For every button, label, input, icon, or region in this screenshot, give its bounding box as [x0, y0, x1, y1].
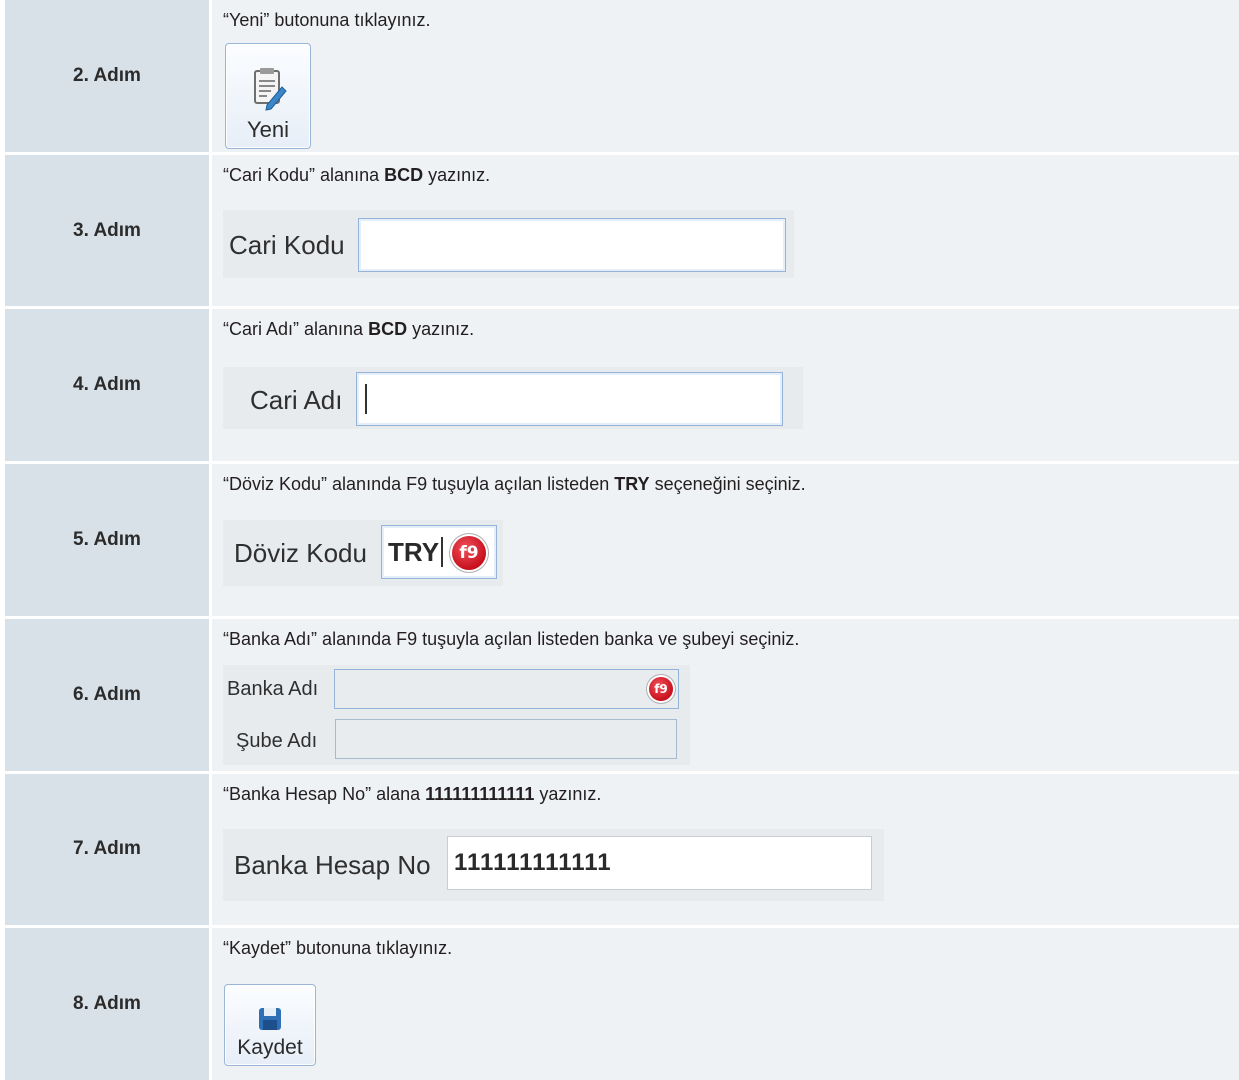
- step-label: 5. Adım: [5, 464, 209, 616]
- step-content: “Cari Adı” alanına BCD yazınız. Cari Adı: [212, 309, 1239, 462]
- doviz-kodu-label: Döviz Kodu: [234, 538, 367, 569]
- banka-adi-label: Banka Adı: [227, 677, 319, 700]
- step-content: “Kaydet” butonuna tıklayınız. Kaydet: [212, 928, 1239, 1080]
- step-content: “Döviz Kodu” alanında F9 tuşuyla açılan …: [212, 464, 1239, 616]
- step-instruction: “Cari Adı” alanına BCD yazınız.: [223, 319, 475, 340]
- f9-lookup-icon[interactable]: f9: [452, 536, 486, 571]
- sube-adi-label: Şube Adı: [236, 729, 318, 752]
- step-instruction: “Döviz Kodu” alanında F9 tuşuyla açılan …: [223, 474, 806, 495]
- step-row: 7. Adım “Banka Hesap No” alana 111111111…: [5, 773, 1239, 926]
- new-button[interactable]: Yeni: [225, 43, 311, 149]
- step-label: 3. Adım: [5, 154, 209, 307]
- cari-kodu-input[interactable]: [358, 217, 786, 272]
- step-row: 3. Adım “Cari Kodu” alanına BCD yazınız.…: [5, 154, 1239, 307]
- step-label: 6. Adım: [5, 618, 209, 771]
- field-snippet: Banka Hesap No 111111111111: [223, 828, 884, 901]
- field-snippet: Döviz Kodu TRY f9: [223, 520, 503, 587]
- step-instruction: “Yeni” butonuna tıklayınız.: [223, 10, 431, 30]
- f9-lookup-icon[interactable]: f9: [649, 676, 673, 701]
- banka-adi-input[interactable]: [334, 668, 679, 709]
- step-content: “Yeni” butonuna tıklayınız. Yeni: [212, 0, 1239, 152]
- save-button[interactable]: Kaydet: [224, 984, 316, 1067]
- step-row: 8. Adım “Kaydet” butonuna tıklayınız. Ka…: [5, 928, 1239, 1080]
- text-caret: [441, 537, 444, 568]
- step-instruction: “Banka Adı” alanında F9 tuşuyla açılan l…: [223, 628, 800, 649]
- cari-kodu-label: Cari Kodu: [229, 229, 345, 260]
- save-button-label: Kaydet: [237, 1036, 303, 1060]
- step-label: 2. Adım: [5, 0, 209, 152]
- step-instruction: “Banka Hesap No” alana 111111111111 yazı…: [223, 783, 602, 804]
- cari-adi-label: Cari Adı: [250, 385, 343, 416]
- step-label: 4. Adım: [5, 309, 209, 462]
- cari-adi-input[interactable]: [356, 372, 783, 427]
- field-snippet: Cari Kodu: [223, 209, 794, 278]
- document-edit-icon: [254, 68, 287, 111]
- field-snippet: Cari Adı: [223, 367, 803, 430]
- new-button-label: Yeni: [246, 117, 289, 142]
- step-content: “Cari Kodu” alanına BCD yazınız. Cari Ko…: [212, 154, 1239, 307]
- step-instruction: “Kaydet” butonuna tıklayınız.: [223, 938, 453, 959]
- step-row: 4. Adım “Cari Adı” alanına BCD yazınız. …: [5, 309, 1239, 462]
- field-snippet: Banka Adı f9 Şube Adı: [223, 664, 690, 765]
- step-row: 2. Adım “Yeni” butonuna tıklayınız. Yeni: [5, 0, 1239, 152]
- step-content: “Banka Adı” alanında F9 tuşuyla açılan l…: [212, 618, 1239, 771]
- floppy-disk-icon: [259, 1008, 281, 1031]
- step-label: 8. Adım: [5, 928, 209, 1080]
- step-label: 7. Adım: [5, 773, 209, 926]
- step-instruction: “Cari Kodu” alanına BCD yazınız.: [223, 164, 491, 185]
- sube-adi-input[interactable]: [335, 718, 677, 759]
- text-caret: [365, 384, 367, 415]
- banka-hesap-no-input[interactable]: 111111111111: [447, 835, 872, 890]
- banka-hesap-no-label: Banka Hesap No: [234, 849, 431, 880]
- step-row: 6. Adım “Banka Adı” alanında F9 tuşuyla …: [5, 618, 1239, 771]
- step-row: 5. Adım “Döviz Kodu” alanında F9 tuşuyla…: [5, 464, 1239, 616]
- step-content: “Banka Hesap No” alana 111111111111 yazı…: [212, 773, 1239, 926]
- steps-table: 2. Adım “Yeni” butonuna tıklayınız. Yeni…: [5, 0, 1239, 1080]
